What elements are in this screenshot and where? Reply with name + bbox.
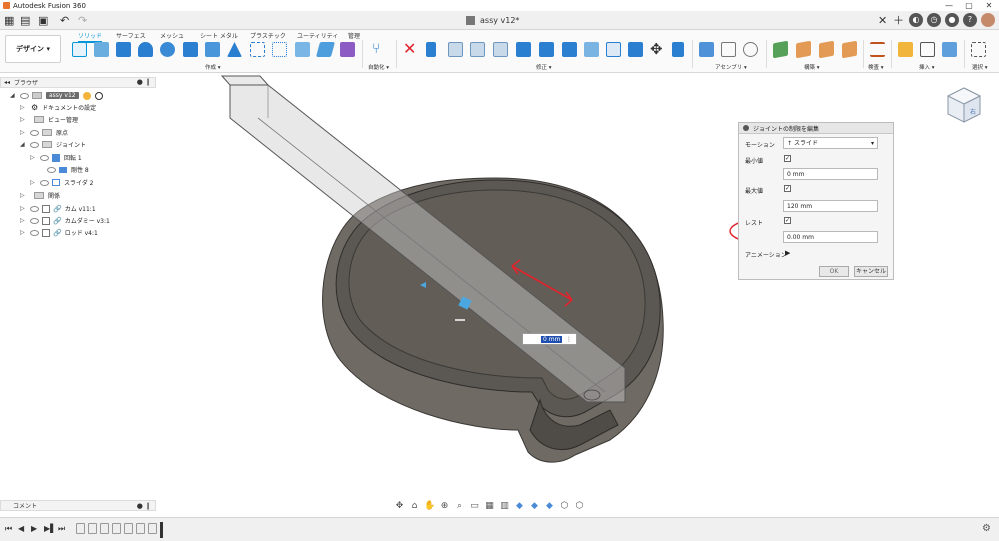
max-value-input[interactable]: 120 mm xyxy=(783,200,878,212)
animation-label: アニメーション xyxy=(745,252,787,259)
viewports-icon[interactable]: ▥ xyxy=(499,501,510,512)
component-icon xyxy=(42,228,50,237)
min-label: 最小値 xyxy=(745,158,764,165)
visibility-eye-icon[interactable] xyxy=(40,179,49,186)
viewcube[interactable]: 右 xyxy=(944,84,984,126)
visibility-eye-icon[interactable] xyxy=(20,92,29,99)
comments-panel[interactable]: コメント ● ❙ xyxy=(0,500,156,511)
link-icon: 🔗 xyxy=(53,204,62,213)
dialog-title: ジョイントの制限を編集 xyxy=(753,125,820,133)
timeline-marker[interactable] xyxy=(160,522,163,538)
slider-joint-icon xyxy=(52,179,60,186)
component-icon xyxy=(42,204,50,213)
go-to-start-icon[interactable]: ⏮ xyxy=(5,524,12,534)
timeline-settings-gear-icon[interactable]: ⚙ xyxy=(982,523,991,534)
tree-item-named-views[interactable]: ▷ ビュー管理 xyxy=(20,114,78,125)
cube-wire-icon[interactable]: ⬡ xyxy=(559,501,570,512)
navigation-bar: ✥ ⌂ ✋ ⊕ ⌕ ▭ ▦ ▥ ◆ ◆ ◆ ⬡ ⬡ xyxy=(394,499,585,513)
distance-input-box[interactable]: 0 mm ⋮ xyxy=(522,333,577,345)
link-icon: 🔗 xyxy=(53,228,62,237)
cube-shaded-icon[interactable]: ◆ xyxy=(514,501,525,512)
min-checkbox[interactable]: ✓ xyxy=(784,155,791,162)
tree-item-origin[interactable]: ▷ 原点 xyxy=(20,127,68,138)
pan-icon[interactable]: ✋ xyxy=(424,501,435,512)
display-settings-icon[interactable]: ▭ xyxy=(469,501,480,512)
visibility-eye-icon[interactable] xyxy=(30,129,39,136)
max-checkbox[interactable]: ✓ xyxy=(784,185,791,192)
comments-options-icon[interactable]: ● ❙ xyxy=(137,502,151,510)
play-icon[interactable]: ▶ xyxy=(785,249,790,257)
distance-value[interactable]: 0 mm xyxy=(541,335,563,343)
browser-options-icon[interactable]: ● ❙ xyxy=(137,78,151,86)
tree-item-rod[interactable]: ▷ 🔗 ロッド v4:1 xyxy=(20,227,98,238)
tree-item-relations[interactable]: ▷ 関係 xyxy=(20,190,60,201)
tree-item-root[interactable]: ◢ assy v12 xyxy=(10,90,103,101)
tree-item-rigid-8[interactable]: 剛性 8 xyxy=(37,164,89,175)
joint-icon xyxy=(52,153,60,162)
visibility-eye-icon[interactable] xyxy=(30,141,39,148)
tree-item-cam[interactable]: ▷ 🔗 カム v11:1 xyxy=(20,203,96,214)
min-value-input[interactable]: 0 mm xyxy=(783,168,878,180)
dialog-header[interactable]: ジョイントの制限を編集 xyxy=(739,123,893,134)
timeline-feature[interactable] xyxy=(76,523,85,534)
timeline-feature[interactable] xyxy=(148,523,157,534)
slide-arrow-icon: ↑ xyxy=(787,140,794,147)
comments-title: コメント xyxy=(13,503,38,510)
rest-checkbox[interactable]: ✓ xyxy=(784,217,791,224)
edit-joint-limits-dialog: ジョイントの制限を編集 モーション ↑ スライド ▾ 最小値 ✓ 0 mm 最大… xyxy=(738,122,894,280)
ok-button[interactable]: OK xyxy=(819,266,849,277)
browser-title: ブラウザ xyxy=(14,80,39,87)
step-forward-icon[interactable]: ▶▌ xyxy=(44,524,56,533)
motion-value: スライド xyxy=(793,140,818,147)
chevron-down-icon: ▾ xyxy=(870,140,874,147)
cancel-button[interactable]: キャンセル xyxy=(854,266,888,277)
orbit-icon[interactable]: ✥ xyxy=(394,501,405,512)
timeline-feature[interactable] xyxy=(124,523,133,534)
browser-panel-header[interactable]: ◂◂ ブラウザ ● ❙ xyxy=(0,77,156,88)
motion-select[interactable]: ↑ スライド ▾ xyxy=(783,137,878,149)
gear-icon: ⚙ xyxy=(31,103,39,112)
play-icon[interactable]: ▶ xyxy=(31,524,37,533)
activate-icon[interactable] xyxy=(82,91,91,100)
timeline-feature[interactable] xyxy=(100,523,109,534)
visibility-eye-icon[interactable] xyxy=(30,229,39,236)
visibility-eye-icon[interactable] xyxy=(47,166,56,173)
motion-label: モーション xyxy=(745,142,775,149)
look-at-icon[interactable]: ⌂ xyxy=(409,501,420,512)
link-icon: 🔗 xyxy=(53,216,62,225)
fit-icon[interactable]: ⌕ xyxy=(454,501,465,512)
step-back-icon[interactable]: ◀ xyxy=(18,524,24,533)
timeline-feature[interactable] xyxy=(112,523,121,534)
tree-item-document-settings[interactable]: ▷ ⚙ ドキュメントの設定 xyxy=(20,102,96,113)
rest-value-input[interactable]: 0.00 mm xyxy=(783,231,878,243)
tree-item-slider-2[interactable]: ▷ スライダ 2 xyxy=(30,177,94,188)
tree-item-joints[interactable]: ◢ ジョイント xyxy=(20,139,86,150)
go-to-end-icon[interactable]: ⏭ xyxy=(58,524,65,534)
rigid-joint-icon xyxy=(59,166,67,173)
visibility-eye-icon[interactable] xyxy=(30,205,39,212)
visibility-eye-icon[interactable] xyxy=(40,154,49,161)
tree-item-cam-dummy[interactable]: ▷ 🔗 カムダミー v3:1 xyxy=(20,215,110,226)
collapse-arrow-icon[interactable]: ◂◂ xyxy=(4,79,10,86)
cube-visual-icon[interactable]: ◆ xyxy=(529,501,540,512)
dialog-collapse-icon[interactable] xyxy=(743,125,749,131)
max-label: 最大値 xyxy=(745,188,764,195)
timeline-bar: ⏮ ◀ ▶ ▶▌ ⏭ ⚙ xyxy=(0,517,999,541)
rod-top-face xyxy=(220,75,270,86)
grid-settings-icon[interactable]: ▦ xyxy=(484,501,495,512)
cube-edge-icon[interactable]: ⬡ xyxy=(574,501,585,512)
tree-item-revolute-1[interactable]: ▷ 回転 1 xyxy=(30,152,82,163)
timeline-feature[interactable] xyxy=(88,523,97,534)
rest-label: レスト xyxy=(745,220,764,227)
timeline-feature[interactable] xyxy=(136,523,145,534)
cube-hidden-icon[interactable]: ◆ xyxy=(544,501,555,512)
component-icon xyxy=(42,216,50,225)
more-options-icon[interactable]: ⋮ xyxy=(566,336,572,343)
visibility-eye-icon[interactable] xyxy=(30,217,39,224)
zoom-icon[interactable]: ⊕ xyxy=(439,501,450,512)
radio-activate-icon[interactable] xyxy=(94,91,103,100)
viewcube-face-label: 右 xyxy=(970,108,976,116)
